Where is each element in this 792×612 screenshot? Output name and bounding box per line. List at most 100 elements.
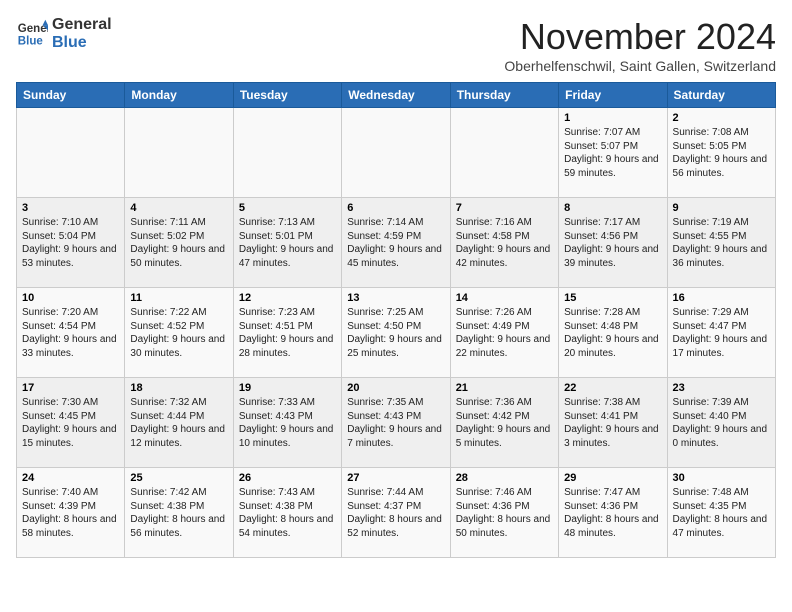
day-info: Sunrise: 7:38 AM Sunset: 4:41 PM Dayligh… (564, 396, 661, 450)
weekday-header: Tuesday (233, 83, 341, 108)
day-info: Sunrise: 7:44 AM Sunset: 4:37 PM Dayligh… (347, 486, 444, 540)
day-info: Sunrise: 7:19 AM Sunset: 4:55 PM Dayligh… (673, 216, 770, 270)
day-info: Sunrise: 7:48 AM Sunset: 4:35 PM Dayligh… (673, 486, 770, 540)
day-number: 28 (456, 472, 553, 484)
calendar-cell: 11 Sunrise: 7:22 AM Sunset: 4:52 PM Dayli… (125, 288, 233, 378)
logo-icon: General Blue (16, 18, 48, 50)
calendar-week-row: 3 Sunrise: 7:10 AM Sunset: 5:04 PM Daylig… (17, 198, 776, 288)
calendar-cell: 3 Sunrise: 7:10 AM Sunset: 5:04 PM Daylig… (17, 198, 125, 288)
day-number: 15 (564, 292, 661, 304)
logo-blue: Blue (52, 34, 112, 52)
day-number: 1 (564, 112, 661, 124)
calendar-cell: 18 Sunrise: 7:32 AM Sunset: 4:44 PM Dayli… (125, 378, 233, 468)
weekday-header: Wednesday (342, 83, 450, 108)
calendar-cell: 13 Sunrise: 7:25 AM Sunset: 4:50 PM Dayli… (342, 288, 450, 378)
calendar-cell: 5 Sunrise: 7:13 AM Sunset: 5:01 PM Daylig… (233, 198, 341, 288)
page-header: General Blue General Blue November 2024 … (16, 16, 776, 74)
day-info: Sunrise: 7:13 AM Sunset: 5:01 PM Dayligh… (239, 216, 336, 270)
day-info: Sunrise: 7:10 AM Sunset: 5:04 PM Dayligh… (22, 216, 119, 270)
day-info: Sunrise: 7:35 AM Sunset: 4:43 PM Dayligh… (347, 396, 444, 450)
calendar-cell: 30Sunrise: 7:48 AM Sunset: 4:35 PM Dayli… (667, 468, 775, 558)
day-info: Sunrise: 7:47 AM Sunset: 4:36 PM Dayligh… (564, 486, 661, 540)
calendar-cell: 2 Sunrise: 7:08 AM Sunset: 5:05 PM Daylig… (667, 108, 775, 198)
calendar-cell: 9 Sunrise: 7:19 AM Sunset: 4:55 PM Daylig… (667, 198, 775, 288)
logo-text: General Blue (52, 16, 112, 51)
day-number: 6 (347, 202, 444, 214)
day-info: Sunrise: 7:08 AM Sunset: 5:05 PM Dayligh… (673, 126, 770, 180)
calendar-cell (17, 108, 125, 198)
weekday-header: Friday (559, 83, 667, 108)
day-info: Sunrise: 7:32 AM Sunset: 4:44 PM Dayligh… (130, 396, 227, 450)
calendar-cell: 25Sunrise: 7:42 AM Sunset: 4:38 PM Dayli… (125, 468, 233, 558)
weekday-header: Sunday (17, 83, 125, 108)
day-info: Sunrise: 7:16 AM Sunset: 4:58 PM Dayligh… (456, 216, 553, 270)
calendar-cell: 6 Sunrise: 7:14 AM Sunset: 4:59 PM Daylig… (342, 198, 450, 288)
calendar-header: SundayMondayTuesdayWednesdayThursdayFrid… (17, 83, 776, 108)
day-number: 13 (347, 292, 444, 304)
calendar-cell (450, 108, 558, 198)
calendar-cell: 14Sunrise: 7:26 AM Sunset: 4:49 PM Dayli… (450, 288, 558, 378)
calendar-body: 1 Sunrise: 7:07 AM Sunset: 5:07 PM Daylig… (17, 108, 776, 558)
day-number: 10 (22, 292, 119, 304)
day-info: Sunrise: 7:40 AM Sunset: 4:39 PM Dayligh… (22, 486, 119, 540)
day-number: 23 (673, 382, 770, 394)
calendar-cell: 29Sunrise: 7:47 AM Sunset: 4:36 PM Dayli… (559, 468, 667, 558)
day-number: 7 (456, 202, 553, 214)
day-info: Sunrise: 7:33 AM Sunset: 4:43 PM Dayligh… (239, 396, 336, 450)
day-info: Sunrise: 7:36 AM Sunset: 4:42 PM Dayligh… (456, 396, 553, 450)
day-number: 20 (347, 382, 444, 394)
day-info: Sunrise: 7:25 AM Sunset: 4:50 PM Dayligh… (347, 306, 444, 360)
day-info: Sunrise: 7:17 AM Sunset: 4:56 PM Dayligh… (564, 216, 661, 270)
calendar-cell: 1 Sunrise: 7:07 AM Sunset: 5:07 PM Daylig… (559, 108, 667, 198)
day-info: Sunrise: 7:43 AM Sunset: 4:38 PM Dayligh… (239, 486, 336, 540)
logo: General Blue General Blue (16, 16, 112, 51)
location: Oberhelfenschwil, Saint Gallen, Switzerl… (504, 58, 776, 74)
day-number: 8 (564, 202, 661, 214)
day-number: 18 (130, 382, 227, 394)
svg-text:Blue: Blue (18, 35, 44, 47)
calendar-week-row: 24 Sunrise: 7:40 AM Sunset: 4:39 PM Dayli… (17, 468, 776, 558)
day-info: Sunrise: 7:42 AM Sunset: 4:38 PM Dayligh… (130, 486, 227, 540)
calendar-cell: 17Sunrise: 7:30 AM Sunset: 4:45 PM Dayli… (17, 378, 125, 468)
day-info: Sunrise: 7:11 AM Sunset: 5:02 PM Dayligh… (130, 216, 227, 270)
title-block: November 2024 Oberhelfenschwil, Saint Ga… (504, 16, 776, 74)
calendar-cell: 7 Sunrise: 7:16 AM Sunset: 4:58 PM Daylig… (450, 198, 558, 288)
calendar-cell: 4 Sunrise: 7:11 AM Sunset: 5:02 PM Daylig… (125, 198, 233, 288)
day-number: 14 (456, 292, 553, 304)
day-number: 22 (564, 382, 661, 394)
day-number: 2 (673, 112, 770, 124)
day-info: Sunrise: 7:14 AM Sunset: 4:59 PM Dayligh… (347, 216, 444, 270)
calendar-cell (125, 108, 233, 198)
calendar-cell: 21 Sunrise: 7:36 AM Sunset: 4:42 PM Dayli… (450, 378, 558, 468)
day-info: Sunrise: 7:22 AM Sunset: 4:52 PM Dayligh… (130, 306, 227, 360)
calendar-cell: 23Sunrise: 7:39 AM Sunset: 4:40 PM Dayli… (667, 378, 775, 468)
calendar-cell: 19 Sunrise: 7:33 AM Sunset: 4:43 PM Dayli… (233, 378, 341, 468)
calendar-week-row: 10 Sunrise: 7:20 AM Sunset: 4:54 PM Dayli… (17, 288, 776, 378)
weekday-header: Monday (125, 83, 233, 108)
calendar-cell: 15Sunrise: 7:28 AM Sunset: 4:48 PM Dayli… (559, 288, 667, 378)
calendar-cell: 20 Sunrise: 7:35 AM Sunset: 4:43 PM Dayli… (342, 378, 450, 468)
header-row: SundayMondayTuesdayWednesdayThursdayFrid… (17, 83, 776, 108)
day-number: 26 (239, 472, 336, 484)
day-number: 12 (239, 292, 336, 304)
day-info: Sunrise: 7:20 AM Sunset: 4:54 PM Dayligh… (22, 306, 119, 360)
calendar-cell: 10 Sunrise: 7:20 AM Sunset: 4:54 PM Dayli… (17, 288, 125, 378)
day-number: 27 (347, 472, 444, 484)
calendar-cell (233, 108, 341, 198)
month-title: November 2024 (504, 16, 776, 58)
day-number: 5 (239, 202, 336, 214)
day-number: 19 (239, 382, 336, 394)
day-number: 3 (22, 202, 119, 214)
day-number: 4 (130, 202, 227, 214)
day-number: 24 (22, 472, 119, 484)
day-info: Sunrise: 7:07 AM Sunset: 5:07 PM Dayligh… (564, 126, 661, 180)
day-number: 21 (456, 382, 553, 394)
day-number: 11 (130, 292, 227, 304)
day-info: Sunrise: 7:30 AM Sunset: 4:45 PM Dayligh… (22, 396, 119, 450)
calendar-week-row: 1 Sunrise: 7:07 AM Sunset: 5:07 PM Daylig… (17, 108, 776, 198)
calendar-cell: 26 Sunrise: 7:43 AM Sunset: 4:38 PM Dayli… (233, 468, 341, 558)
day-number: 16 (673, 292, 770, 304)
day-number: 9 (673, 202, 770, 214)
calendar-week-row: 17Sunrise: 7:30 AM Sunset: 4:45 PM Dayli… (17, 378, 776, 468)
calendar-table: SundayMondayTuesdayWednesdayThursdayFrid… (16, 82, 776, 558)
